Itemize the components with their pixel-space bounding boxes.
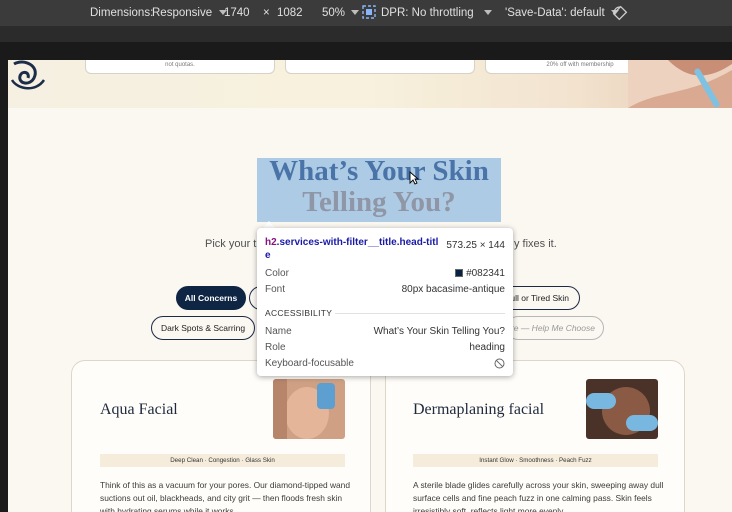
logo-swirl-icon	[10, 60, 46, 90]
dimensions-label: Dimensions:	[90, 7, 154, 19]
accessibility-heading: ACCESSIBILITY	[265, 308, 333, 318]
hero-photo	[628, 60, 732, 108]
not-focusable-icon	[494, 358, 505, 372]
width-input[interactable]: 1740	[224, 7, 250, 19]
card-tags: Deep Clean · Congestion · Glass Skin	[100, 454, 345, 467]
subtitle-left: Pick your t	[205, 238, 257, 250]
tooltip-font-row: Font 80px bacasime-antique	[265, 284, 505, 295]
service-card-dermaplaning[interactable]: Dermaplaning facial Instant Glow · Smoot…	[385, 360, 685, 512]
card-description: Think of this as a vacuum for your pores…	[100, 480, 350, 512]
tooltip-dimensions: 573.25 × 144	[446, 240, 505, 251]
chevron-down-icon	[351, 10, 360, 16]
tooltip-name-row: Name What’s Your Skin Telling You?	[265, 326, 505, 337]
tooltip-role-row: Role heading	[265, 342, 505, 353]
times-symbol: ×	[263, 7, 270, 19]
card-title: Aqua Facial	[100, 401, 178, 418]
filter-dark-spots[interactable]: Dark Spots & Scarring	[151, 316, 255, 340]
device-select[interactable]: Responsive	[152, 7, 228, 19]
subtitle-right: y fixes it.	[514, 238, 557, 250]
rotate-icon[interactable]	[612, 5, 628, 24]
filter-help-me-choose[interactable]: ure — Help Me Choose	[506, 316, 604, 340]
tooltip-color-row: Color #082341	[265, 268, 505, 279]
card-description: A sterile blade glides carefully across …	[413, 480, 664, 512]
dpr-select[interactable]: DPR: No throttling	[381, 7, 474, 19]
hero-strip: not quotas. 20% off with membership	[8, 60, 732, 108]
save-data-select[interactable]: 'Save-Data': default	[505, 7, 619, 19]
hero-card-1: not quotas.	[85, 60, 275, 74]
cursor-icon	[409, 171, 419, 185]
chevron-down-icon	[484, 10, 492, 16]
filter-all-concerns[interactable]: All Concerns	[176, 286, 246, 310]
inspect-tooltip: h2.services-with-filter__title.head-titl…	[257, 228, 513, 376]
zoom-select[interactable]: 50%	[322, 7, 360, 19]
card-tags: Instant Glow · Smoothness · Peach Fuzz	[413, 454, 658, 467]
devtools-ruler-strip	[0, 26, 732, 60]
card-title: Dermaplaning facial	[413, 401, 545, 418]
section-title: What’s Your Skin Telling You?	[257, 156, 501, 218]
title-line-1: What’s Your Skin	[269, 155, 489, 187]
card-photo	[586, 379, 658, 439]
tooltip-selector: h2.services-with-filter__title.head-titl…	[265, 237, 439, 261]
card-photo	[273, 379, 345, 439]
tooltip-keyboard-row: Keyboard-focusable	[265, 358, 505, 372]
devtools-device-toolbar: Dimensions: Responsive 1740 × 1082 50% D…	[0, 0, 732, 26]
hero-card-2	[285, 60, 475, 74]
viewport-gutter	[0, 60, 8, 512]
service-card-aqua[interactable]: Aqua Facial Deep Clean · Congestion · Gl…	[71, 360, 371, 512]
throttle-dropdown[interactable]	[484, 7, 492, 19]
title-line-2: Telling You?	[302, 186, 456, 218]
height-input[interactable]: 1082	[277, 7, 303, 19]
color-swatch	[455, 269, 464, 277]
dpr-icon	[362, 5, 376, 22]
